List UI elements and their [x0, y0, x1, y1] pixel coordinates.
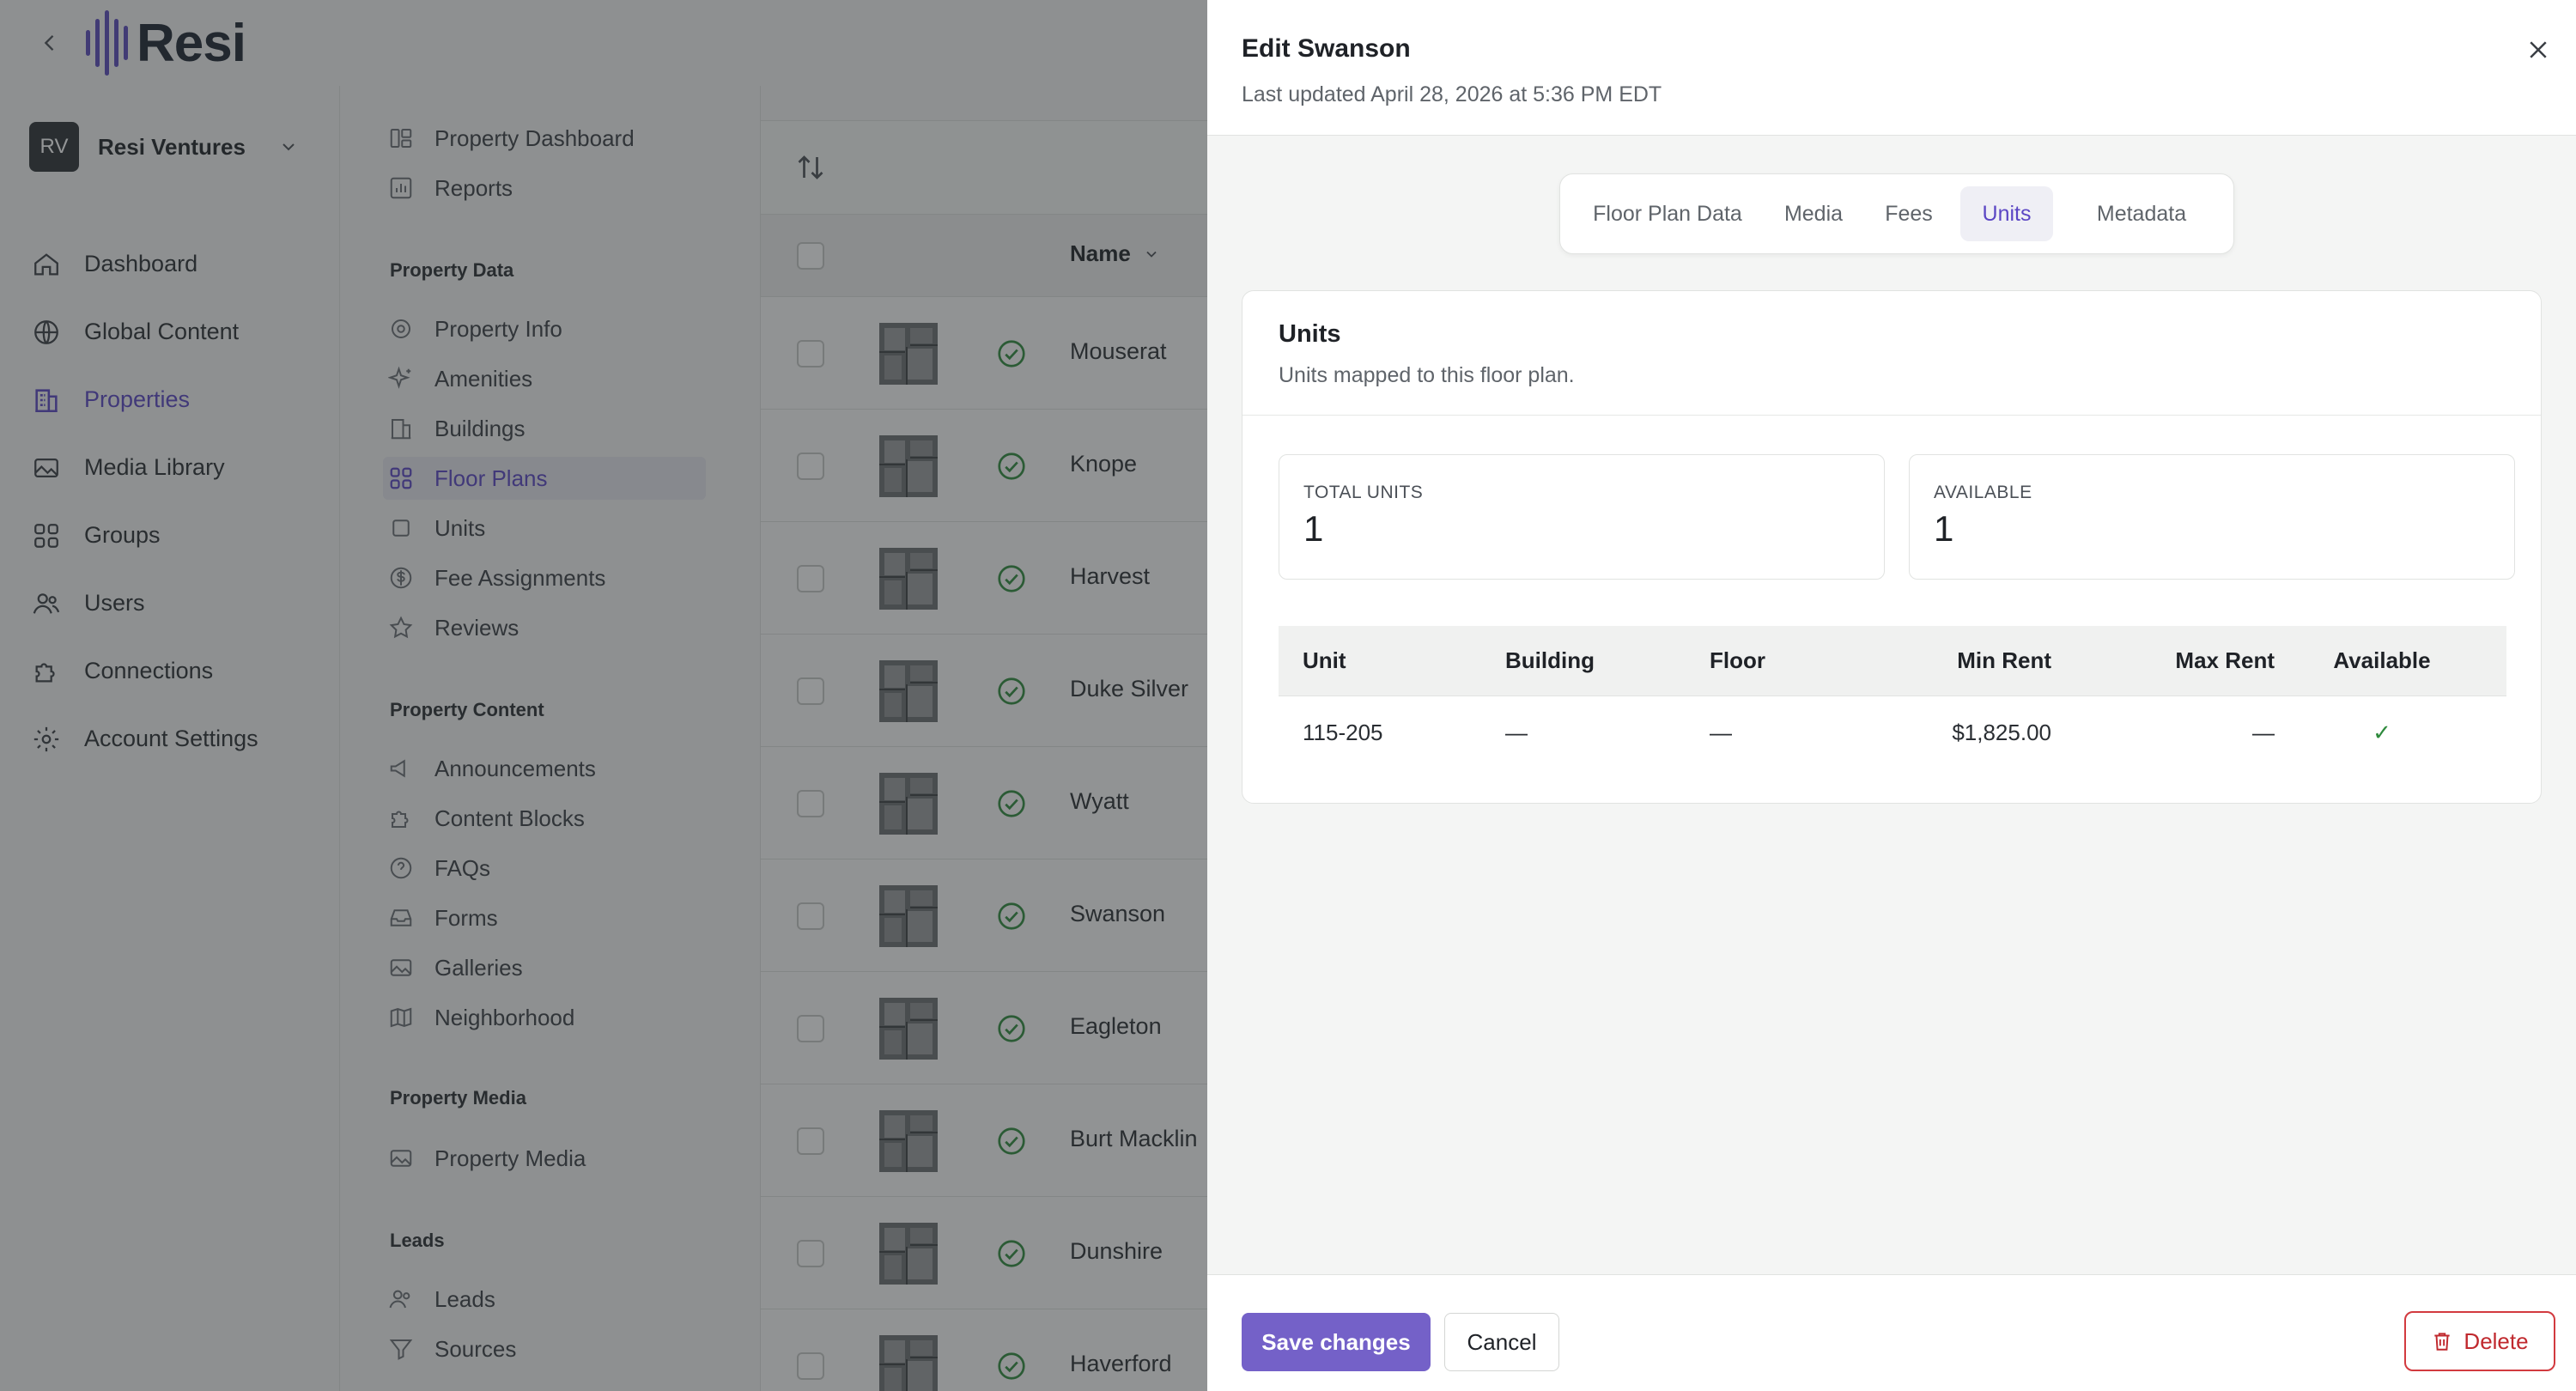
- tab-floor-plan-data[interactable]: Floor Plan Data: [1577, 186, 1758, 241]
- drawer-footer: Save changes Cancel Delete: [1207, 1274, 2576, 1391]
- tab-media[interactable]: Media: [1770, 186, 1857, 241]
- tab-units[interactable]: Units: [1960, 186, 2053, 241]
- card-title: Units: [1279, 320, 1341, 348]
- column-header-building: Building: [1505, 647, 1595, 673]
- cancel-button[interactable]: Cancel: [1444, 1313, 1559, 1371]
- units-card: Units Units mapped to this floor plan. T…: [1242, 290, 2542, 804]
- save-changes-button[interactable]: Save changes: [1242, 1313, 1431, 1371]
- cell-building: —: [1505, 719, 1528, 745]
- divider: [1242, 415, 2541, 416]
- units-table: Unit Building Floor Min Rent Max Rent Av…: [1279, 626, 2506, 768]
- column-header-available: Available: [2333, 647, 2431, 673]
- cell-available: ✓: [2372, 719, 2391, 745]
- table-header: Unit Building Floor Min Rent Max Rent Av…: [1279, 626, 2506, 696]
- total-units-stat: TOTAL UNITS 1: [1279, 454, 1885, 580]
- drawer-title: Edit Swanson: [1242, 34, 1411, 63]
- delete-button[interactable]: Delete: [2404, 1311, 2555, 1371]
- tab-metadata[interactable]: Metadata: [2065, 186, 2218, 241]
- column-header-max-rent: Max Rent: [2175, 647, 2275, 673]
- available-stat: AVAILABLE 1: [1909, 454, 2515, 580]
- cell-unit: 115-205: [1303, 719, 1383, 745]
- card-description: Units mapped to this floor plan.: [1279, 363, 1575, 387]
- drawer-header: Edit Swanson Last updated April 28, 2026…: [1207, 0, 2576, 136]
- column-header-min-rent: Min Rent: [1957, 647, 2051, 673]
- stat-label: AVAILABLE: [1934, 483, 2032, 502]
- column-header-floor: Floor: [1710, 647, 1765, 673]
- table-row: 115-205 — — $1,825.00 — ✓: [1279, 696, 2506, 768]
- delete-label: Delete: [2464, 1327, 2529, 1354]
- drawer-tabs: Floor Plan Data Media Fees Units Metadat…: [1559, 173, 2234, 254]
- cell-min-rent: $1,825.00: [1952, 719, 2051, 745]
- edit-floor-plan-drawer: Edit Swanson Last updated April 28, 2026…: [1207, 0, 2576, 1391]
- last-updated-text: Last updated April 28, 2026 at 5:36 PM E…: [1242, 82, 1662, 106]
- stat-label: TOTAL UNITS: [1303, 483, 1424, 502]
- stat-value: 1: [1934, 508, 1954, 549]
- close-button[interactable]: [2521, 33, 2555, 67]
- tab-fees[interactable]: Fees: [1869, 186, 1948, 241]
- trash-icon: [2434, 1333, 2451, 1351]
- cell-floor: —: [1710, 719, 1732, 745]
- cell-max-rent: —: [2252, 719, 2275, 745]
- close-icon: [2530, 41, 2547, 58]
- column-header-unit: Unit: [1303, 647, 1346, 673]
- modal-backdrop[interactable]: [0, 0, 1207, 1391]
- stat-value: 1: [1303, 508, 1324, 549]
